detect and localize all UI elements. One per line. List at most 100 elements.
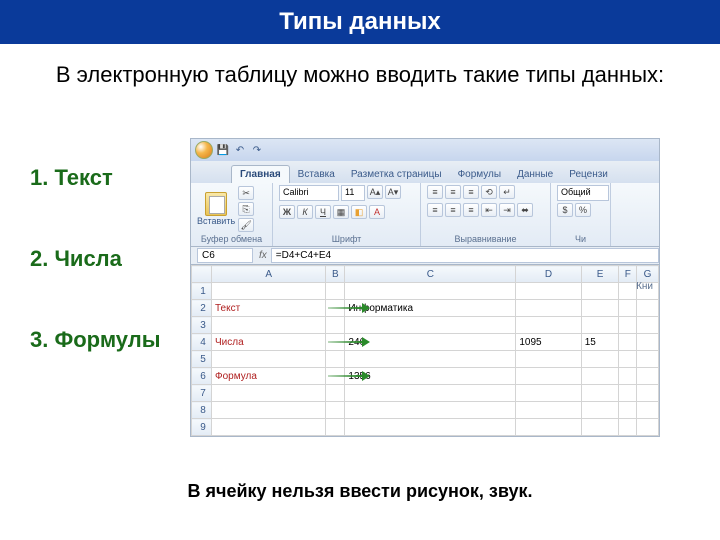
percent-icon[interactable]: % <box>575 203 591 217</box>
cell[interactable] <box>619 402 637 419</box>
corner-cell[interactable] <box>192 266 212 283</box>
cell[interactable] <box>581 402 619 419</box>
col-header[interactable]: C <box>345 266 516 283</box>
cell[interactable]: Формула <box>212 368 326 385</box>
cell[interactable] <box>326 283 345 300</box>
undo-icon[interactable]: ↶ <box>233 143 247 157</box>
format-painter-icon[interactable]: 🖌 <box>238 218 254 232</box>
cell[interactable] <box>637 385 659 402</box>
cell[interactable] <box>212 385 326 402</box>
cell[interactable] <box>581 368 619 385</box>
cell[interactable]: 1356 <box>345 368 516 385</box>
row-header[interactable]: 4 <box>192 334 212 351</box>
font-size-select[interactable]: 11 <box>341 185 365 201</box>
col-header[interactable]: G <box>637 266 659 283</box>
tab-formulas[interactable]: Формулы <box>450 166 510 183</box>
increase-indent-icon[interactable]: ⇥ <box>499 203 515 217</box>
tab-review[interactable]: Рецензи <box>561 166 616 183</box>
save-icon[interactable]: 💾 <box>216 143 230 157</box>
cell[interactable] <box>212 351 326 368</box>
cell[interactable] <box>619 385 637 402</box>
align-top-icon[interactable]: ≡ <box>427 185 443 199</box>
shrink-font-icon[interactable]: A▾ <box>385 185 401 199</box>
cell[interactable] <box>326 402 345 419</box>
tab-home[interactable]: Главная <box>231 165 290 183</box>
cell[interactable] <box>345 317 516 334</box>
cell[interactable] <box>516 317 581 334</box>
tab-layout[interactable]: Разметка страницы <box>343 166 450 183</box>
row-header[interactable]: 6 <box>192 368 212 385</box>
cell[interactable] <box>345 402 516 419</box>
cell[interactable] <box>516 385 581 402</box>
name-box[interactable]: C6 <box>197 248 253 263</box>
cut-icon[interactable]: ✂ <box>238 186 254 200</box>
cell[interactable] <box>619 300 637 317</box>
align-bottom-icon[interactable]: ≡ <box>463 185 479 199</box>
cell[interactable] <box>326 351 345 368</box>
align-center-icon[interactable]: ≡ <box>445 203 461 217</box>
cell[interactable] <box>581 351 619 368</box>
align-right-icon[interactable]: ≡ <box>463 203 479 217</box>
align-left-icon[interactable]: ≡ <box>427 203 443 217</box>
cell[interactable] <box>637 402 659 419</box>
formula-input[interactable]: =D4+C4+E4 <box>271 248 659 263</box>
cell[interactable] <box>516 419 581 436</box>
cell[interactable] <box>516 283 581 300</box>
cell[interactable] <box>619 317 637 334</box>
cell[interactable] <box>326 334 345 351</box>
cell[interactable]: Информатика <box>345 300 516 317</box>
cell[interactable]: 246 <box>345 334 516 351</box>
row-header[interactable]: 2 <box>192 300 212 317</box>
office-button[interactable] <box>195 141 213 159</box>
currency-icon[interactable]: $ <box>557 203 573 217</box>
cell[interactable] <box>516 368 581 385</box>
spreadsheet-grid[interactable]: ABCDEFG12ТекстИнформатика34Числа24610951… <box>191 265 659 436</box>
copy-icon[interactable]: ⎘ <box>238 202 254 216</box>
cell[interactable]: 1095 <box>516 334 581 351</box>
wrap-text-icon[interactable]: ↵ <box>499 185 515 199</box>
cell[interactable] <box>326 368 345 385</box>
cell[interactable] <box>516 351 581 368</box>
cell[interactable]: Текст <box>212 300 326 317</box>
orientation-icon[interactable]: ⟲ <box>481 185 497 199</box>
col-header[interactable]: E <box>581 266 619 283</box>
underline-button[interactable]: Ч <box>315 205 331 219</box>
cell[interactable] <box>637 351 659 368</box>
italic-button[interactable]: К <box>297 205 313 219</box>
number-format-select[interactable]: Общий <box>557 185 609 201</box>
cell[interactable] <box>326 317 345 334</box>
row-header[interactable]: 1 <box>192 283 212 300</box>
align-middle-icon[interactable]: ≡ <box>445 185 461 199</box>
fill-color-icon[interactable]: ◧ <box>351 205 367 219</box>
fx-icon[interactable]: fx <box>259 250 267 261</box>
col-header[interactable]: A <box>212 266 326 283</box>
tab-data[interactable]: Данные <box>509 166 561 183</box>
cell[interactable] <box>212 402 326 419</box>
bold-button[interactable]: Ж <box>279 205 295 219</box>
cell[interactable] <box>581 317 619 334</box>
redo-icon[interactable]: ↷ <box>250 143 264 157</box>
cell[interactable] <box>619 351 637 368</box>
cell[interactable] <box>637 317 659 334</box>
cell[interactable] <box>212 283 326 300</box>
row-header[interactable]: 8 <box>192 402 212 419</box>
cell[interactable] <box>581 385 619 402</box>
row-header[interactable]: 5 <box>192 351 212 368</box>
grow-font-icon[interactable]: A▴ <box>367 185 383 199</box>
cell[interactable] <box>326 385 345 402</box>
cell[interactable] <box>637 300 659 317</box>
row-header[interactable]: 7 <box>192 385 212 402</box>
font-name-select[interactable]: Calibri <box>279 185 339 201</box>
cell[interactable] <box>581 283 619 300</box>
decrease-indent-icon[interactable]: ⇤ <box>481 203 497 217</box>
cell[interactable] <box>637 334 659 351</box>
cell[interactable] <box>637 368 659 385</box>
col-header[interactable]: F <box>619 266 637 283</box>
cell[interactable]: 15 <box>581 334 619 351</box>
col-header[interactable]: B <box>326 266 345 283</box>
col-header[interactable]: D <box>516 266 581 283</box>
cell[interactable] <box>581 300 619 317</box>
cell[interactable] <box>619 368 637 385</box>
cell[interactable]: Числа <box>212 334 326 351</box>
cell[interactable] <box>212 317 326 334</box>
